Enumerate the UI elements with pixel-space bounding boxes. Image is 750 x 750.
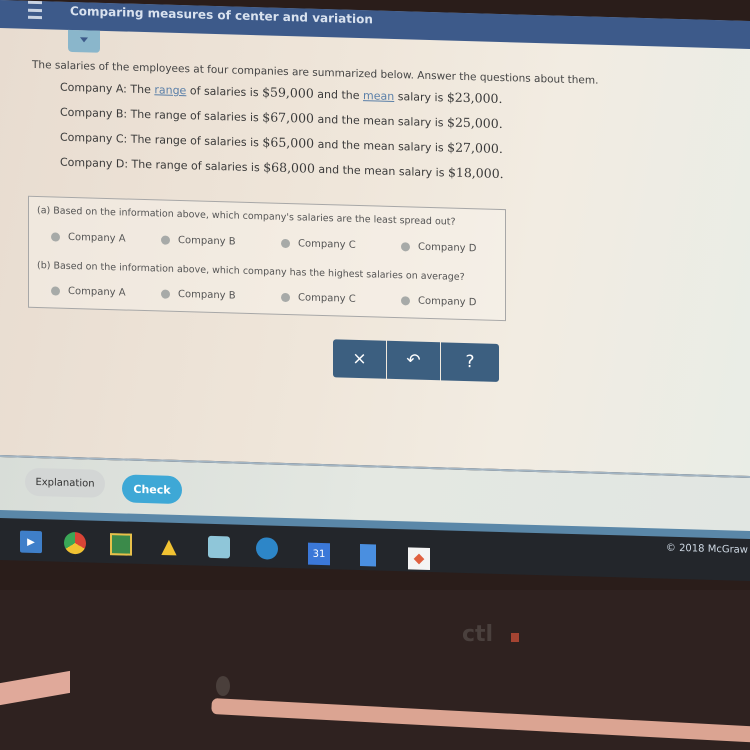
radio-button[interactable] — [401, 296, 410, 306]
drive-icon[interactable]: ▲ — [158, 534, 180, 558]
top-bar: Comparing measures of center and variati… — [0, 0, 750, 49]
screen: Comparing measures of center and variati… — [0, 0, 750, 581]
calendar-icon[interactable]: 31 — [308, 542, 330, 566]
topic-title: Comparing measures of center and variati… — [70, 3, 373, 27]
collapse-down-icon[interactable] — [68, 29, 100, 53]
explanation-button[interactable]: Explanation — [25, 467, 105, 498]
answer-toolbar: × ↶ ? — [333, 339, 499, 382]
check-button[interactable]: Check — [122, 474, 182, 505]
question-a-option-d[interactable]: Company D — [401, 241, 476, 254]
maps-icon[interactable] — [208, 535, 230, 559]
copyright-text: © 2018 McGraw — [665, 542, 748, 556]
question-a-text: (a) Based on the information above, whic… — [37, 205, 456, 228]
question-box: (a) Based on the information above, whic… — [28, 195, 506, 322]
mean-link[interactable]: mean — [363, 89, 394, 103]
logo-square-icon — [511, 633, 519, 642]
radio-button[interactable] — [281, 238, 290, 249]
problem-area: Comparing measures of center and variati… — [0, 0, 750, 476]
app-launcher-icon[interactable]: ◆ — [408, 547, 430, 571]
question-b-option-d[interactable]: Company D — [401, 295, 476, 308]
radio-button[interactable] — [401, 242, 410, 252]
question-b-option-c[interactable]: Company C — [281, 292, 356, 305]
radio-button[interactable] — [161, 235, 170, 245]
docs-icon[interactable] — [360, 544, 376, 567]
question-a-option-a[interactable]: Company A — [51, 231, 126, 245]
clear-button[interactable]: × — [333, 339, 386, 379]
undo-button[interactable]: ↶ — [387, 340, 440, 381]
menu-icon[interactable] — [28, 0, 42, 20]
radio-button[interactable] — [161, 289, 170, 299]
company-facts: Company A: The range of salaries is $59,… — [60, 75, 504, 187]
hinge-knob — [216, 676, 230, 696]
undo-icon: ↶ — [406, 350, 421, 371]
question-a-option-b[interactable]: Company B — [161, 234, 236, 248]
help-button[interactable]: ? — [441, 342, 499, 382]
close-icon: × — [352, 348, 367, 370]
question-b-option-a[interactable]: Company A — [51, 285, 126, 299]
radio-button[interactable] — [51, 286, 60, 296]
radio-button[interactable] — [51, 232, 60, 242]
pencil-app-icon[interactable] — [256, 537, 278, 560]
range-link[interactable]: range — [154, 83, 186, 97]
play-store-icon[interactable]: ▶ — [20, 530, 42, 554]
classroom-icon[interactable] — [110, 533, 132, 556]
brand-logo: ctl — [462, 622, 494, 647]
question-b-option-b[interactable]: Company B — [161, 288, 236, 302]
help-icon: ? — [465, 352, 475, 373]
chrome-icon[interactable] — [64, 531, 86, 555]
radio-button[interactable] — [281, 292, 290, 303]
question-a-option-c[interactable]: Company C — [281, 238, 356, 251]
question-b-text: (b) Based on the information above, whic… — [37, 260, 465, 283]
